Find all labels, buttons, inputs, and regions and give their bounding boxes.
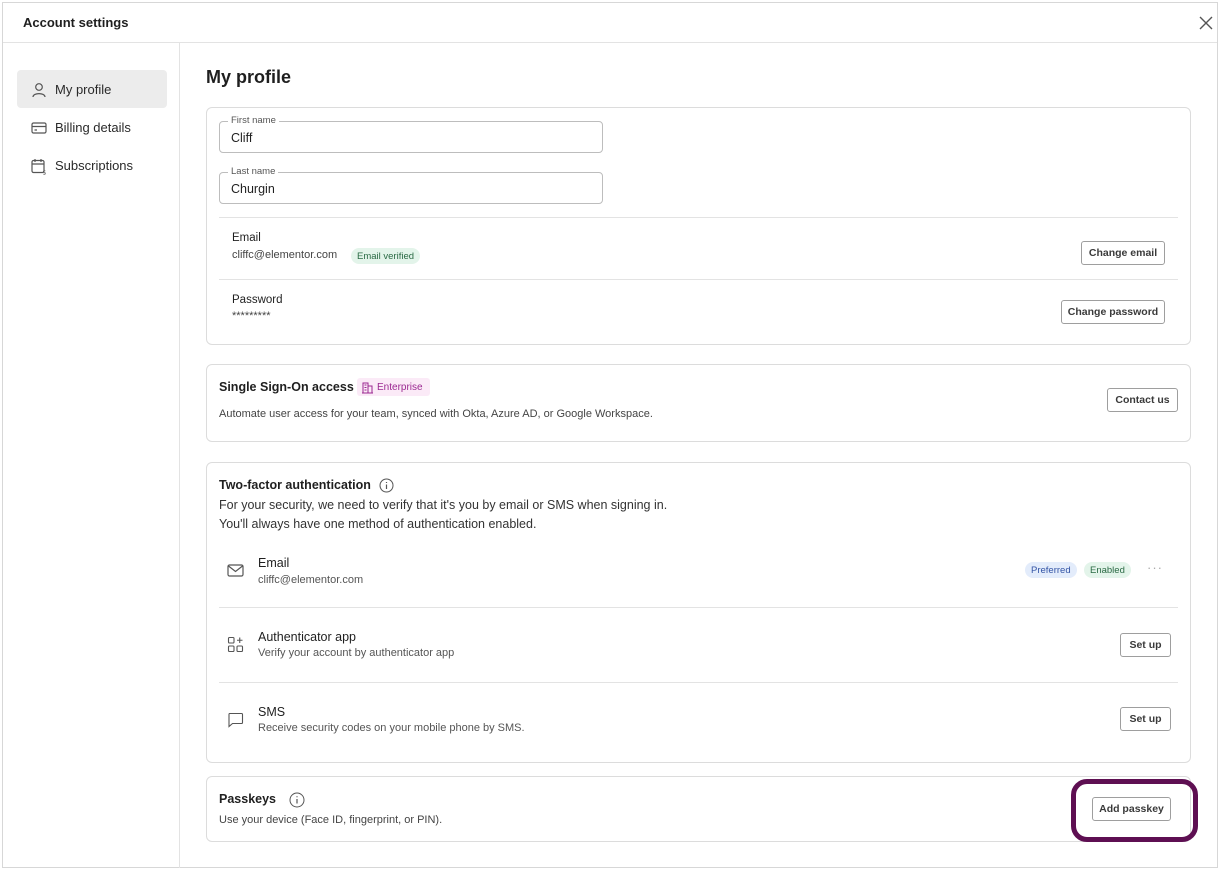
divider — [219, 682, 1178, 683]
last-name-value: Churgin — [231, 182, 275, 196]
credit-card-icon — [31, 122, 47, 134]
user-icon — [32, 83, 46, 98]
method-authenticator-title: Authenticator app — [258, 630, 356, 644]
profile-card: First name Cliff Last name Churgin Email… — [206, 107, 1191, 345]
contact-us-button[interactable]: Contact us — [1107, 388, 1178, 412]
method-authenticator-subtitle: Verify your account by authenticator app — [258, 647, 455, 659]
password-value: ********* — [232, 310, 271, 322]
method-email-title: Email — [258, 556, 290, 570]
enterprise-badge: Enterprise — [357, 378, 430, 396]
sidebar-item-subscriptions[interactable]: $ Subscriptions — [17, 146, 167, 184]
method-sms-subtitle: Receive security codes on your mobile ph… — [258, 722, 525, 734]
add-passkey-button[interactable]: Add passkey — [1092, 797, 1171, 821]
two-factor-description-2: You'll always have one method of authent… — [219, 517, 537, 531]
email-verified-badge: Email verified — [351, 248, 421, 264]
sidebar-item-my-profile[interactable]: My profile — [17, 70, 167, 108]
info-icon[interactable] — [289, 792, 305, 808]
divider — [219, 607, 1178, 608]
email-label: Email — [232, 232, 261, 244]
apps-grid-icon — [227, 636, 244, 653]
enterprise-badge-label: Enterprise — [377, 381, 423, 393]
calendar-dollar-icon: $ — [31, 159, 47, 176]
page-title: My profile — [206, 67, 292, 87]
last-name-field[interactable]: Last name Churgin — [219, 166, 603, 204]
enabled-badge: Enabled — [1084, 562, 1131, 578]
passkeys-description: Use your device (Face ID, fingerprint, o… — [219, 814, 443, 826]
passkeys-card: Passkeys Use your device (Face ID, finge… — [206, 776, 1191, 842]
more-options-icon[interactable]: ··· — [1147, 560, 1163, 575]
first-name-label: First name — [228, 115, 279, 126]
preferred-badge: Preferred — [1025, 562, 1077, 578]
sidebar-item-label: Billing details — [55, 120, 131, 135]
sidebar-item-billing-details[interactable]: Billing details — [17, 108, 167, 146]
sso-description: Automate user access for your team, sync… — [219, 408, 653, 420]
account-settings-dialog: Account settings My profile Billing deta… — [2, 2, 1218, 868]
sidebar-item-label: My profile — [55, 82, 112, 97]
last-name-label: Last name — [228, 166, 279, 177]
change-email-button[interactable]: Change email — [1081, 241, 1165, 265]
change-password-button[interactable]: Change password — [1061, 300, 1165, 324]
mail-icon — [227, 564, 244, 577]
sidebar-item-label: Subscriptions — [55, 158, 134, 173]
close-icon[interactable] — [1197, 14, 1215, 32]
authenticator-setup-button[interactable]: Set up — [1120, 633, 1171, 657]
sms-setup-button[interactable]: Set up — [1120, 707, 1171, 731]
building-icon — [362, 382, 373, 393]
svg-text:$: $ — [43, 170, 47, 176]
sso-card: Single Sign-On access Enterprise Automat… — [206, 364, 1191, 442]
first-name-value: Cliff — [231, 131, 253, 145]
chat-bubble-icon — [228, 712, 244, 728]
first-name-field[interactable]: First name Cliff — [219, 115, 603, 153]
divider — [219, 279, 1178, 280]
password-label: Password — [232, 294, 283, 306]
two-factor-description-1: For your security, we need to verify tha… — [219, 498, 668, 512]
dialog-header: Account settings — [3, 3, 1217, 43]
sso-title: Single Sign-On access — [219, 380, 354, 394]
divider — [219, 217, 1178, 218]
dialog-title: Account settings — [23, 15, 129, 30]
sidebar: My profile Billing details $ Subscriptio… — [3, 43, 180, 868]
passkeys-title: Passkeys — [219, 792, 277, 806]
info-icon[interactable] — [379, 478, 394, 493]
method-email-subtitle: cliffc@elementor.com — [258, 574, 364, 586]
two-factor-title: Two-factor authentication — [219, 478, 371, 492]
method-sms-title: SMS — [258, 705, 286, 719]
two-factor-card: Two-factor authentication For your secur… — [206, 462, 1191, 763]
email-value: cliffc@elementor.com — [232, 249, 338, 261]
main-content: My profile First name Cliff Last name Ch… — [181, 43, 1217, 868]
